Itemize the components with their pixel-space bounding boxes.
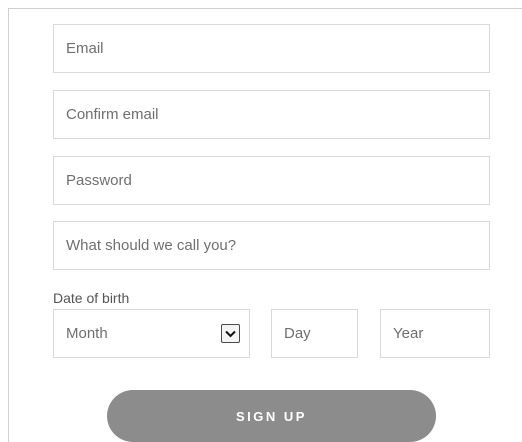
email-field[interactable] xyxy=(66,40,489,57)
frame-border-left xyxy=(8,8,9,442)
display-name-field[interactable] xyxy=(66,237,489,254)
confirm-email-field-container[interactable] xyxy=(53,90,490,139)
password-field-container[interactable] xyxy=(53,156,490,205)
month-select[interactable]: Month xyxy=(53,309,250,358)
email-field-container[interactable] xyxy=(53,24,490,73)
day-field[interactable] xyxy=(284,325,357,342)
sign-up-button[interactable]: SIGN UP xyxy=(107,390,436,442)
year-field-container[interactable] xyxy=(380,309,490,358)
signup-page: Date of birth Month SIGN UP xyxy=(0,0,522,442)
password-field[interactable] xyxy=(66,172,489,189)
display-name-field-container[interactable] xyxy=(53,221,490,270)
date-of-birth-label: Date of birth xyxy=(53,290,130,306)
chevron-down-icon[interactable] xyxy=(221,324,240,343)
confirm-email-field[interactable] xyxy=(66,106,489,123)
month-select-value: Month xyxy=(66,325,108,342)
frame-border-top xyxy=(8,8,522,9)
year-field[interactable] xyxy=(393,325,489,342)
day-field-container[interactable] xyxy=(271,309,358,358)
